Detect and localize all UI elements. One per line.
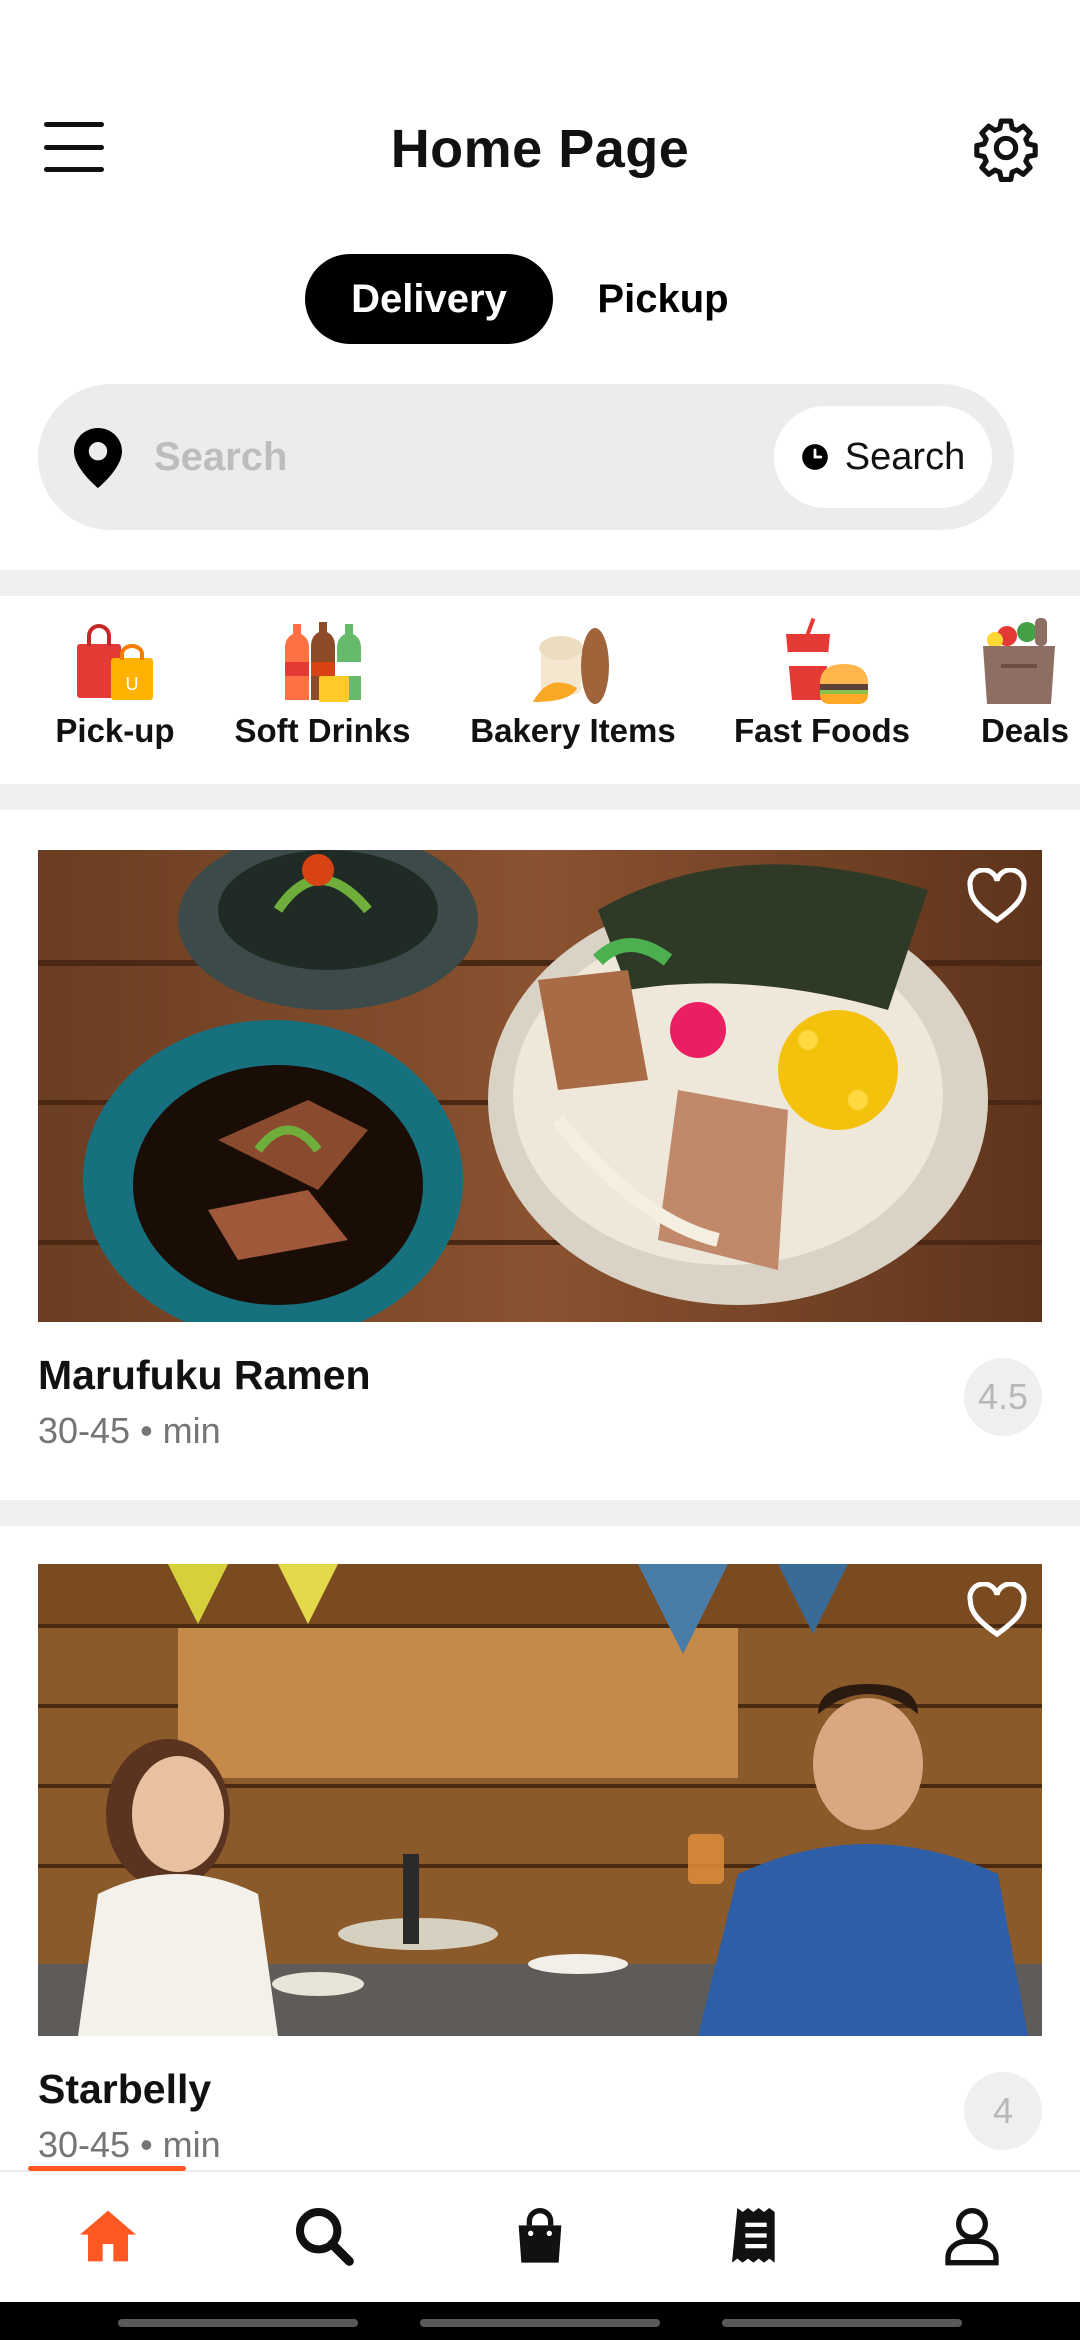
shopping-bags-icon: U [77, 624, 153, 700]
app-header: Home Page [0, 0, 1080, 230]
profile-icon[interactable] [940, 2204, 1004, 2268]
section-divider [0, 784, 1080, 810]
svg-text:U: U [126, 674, 139, 694]
gear-icon[interactable] [972, 114, 1040, 182]
system-navigation-bar [0, 2302, 1080, 2340]
category-label: Fast Foods [733, 712, 910, 749]
heart-outline-icon[interactable] [966, 1582, 1028, 1638]
category-soft-drinks[interactable]: Soft Drinks [220, 618, 425, 768]
restaurant-card[interactable]: Marufuku Ramen 30-45 • min 4.5 [38, 850, 1042, 1451]
delivery-time: 30-45 • min [38, 2124, 221, 2165]
bottom-navigation [0, 2166, 1080, 2302]
section-divider [0, 570, 1080, 596]
location-pin-icon[interactable] [74, 428, 122, 488]
diners-photo [38, 1564, 1042, 2036]
gesture-pill [722, 2319, 962, 2327]
grocery-bag-icon [983, 618, 1055, 704]
category-label: Pick-up [55, 712, 175, 749]
burger-drink-icon [786, 618, 868, 704]
active-tab-indicator [28, 2166, 186, 2171]
restaurant-photo [38, 1564, 1042, 2036]
tab-delivery[interactable]: Delivery [305, 254, 553, 344]
search-icon[interactable] [292, 2204, 356, 2268]
heart-outline-icon[interactable] [966, 868, 1028, 924]
category-label: Deals [980, 712, 1070, 749]
page-title: Home Page [390, 119, 690, 179]
shopping-bag-icon[interactable] [508, 2204, 572, 2268]
category-deals[interactable]: Deals [960, 618, 1080, 768]
clock-icon [801, 444, 828, 470]
category-bakery-items[interactable]: Bakery Items [462, 618, 684, 768]
gesture-pill [420, 2319, 660, 2327]
section-divider [0, 1500, 1080, 1526]
search-input[interactable] [154, 427, 674, 487]
gesture-pill [118, 2319, 358, 2327]
soda-bottles-icon [284, 622, 361, 702]
home-icon[interactable] [76, 2204, 140, 2268]
bread-icon [533, 628, 609, 704]
search-button-label: Search [844, 435, 966, 478]
receipt-icon[interactable] [724, 2204, 788, 2268]
category-label: Bakery Items [470, 712, 676, 749]
ramen-photo [38, 850, 1042, 1322]
category-pick-up[interactable]: U Pick-up [40, 618, 190, 768]
category-label: Soft Drinks [234, 712, 411, 749]
search-bar: Search [38, 384, 1014, 530]
delivery-mode-tabs: Delivery Pickup [0, 254, 1080, 346]
restaurant-card[interactable]: Starbelly 30-45 • min 4 [38, 1564, 1042, 2170]
category-fast-foods[interactable]: Fast Foods [722, 618, 922, 768]
search-button[interactable]: Search [774, 406, 992, 508]
rating-badge: 4.5 [964, 1358, 1042, 1436]
tab-pickup[interactable]: Pickup [568, 254, 758, 344]
restaurant-name: Starbelly [38, 2066, 212, 2112]
restaurant-name: Marufuku Ramen [38, 1352, 371, 1398]
rating-badge: 4 [964, 2072, 1042, 2150]
restaurant-photo [38, 850, 1042, 1322]
delivery-time: 30-45 • min [38, 1410, 221, 1451]
category-list: U Pick-up Soft Drinks Bakery Items Fast … [0, 596, 1080, 784]
